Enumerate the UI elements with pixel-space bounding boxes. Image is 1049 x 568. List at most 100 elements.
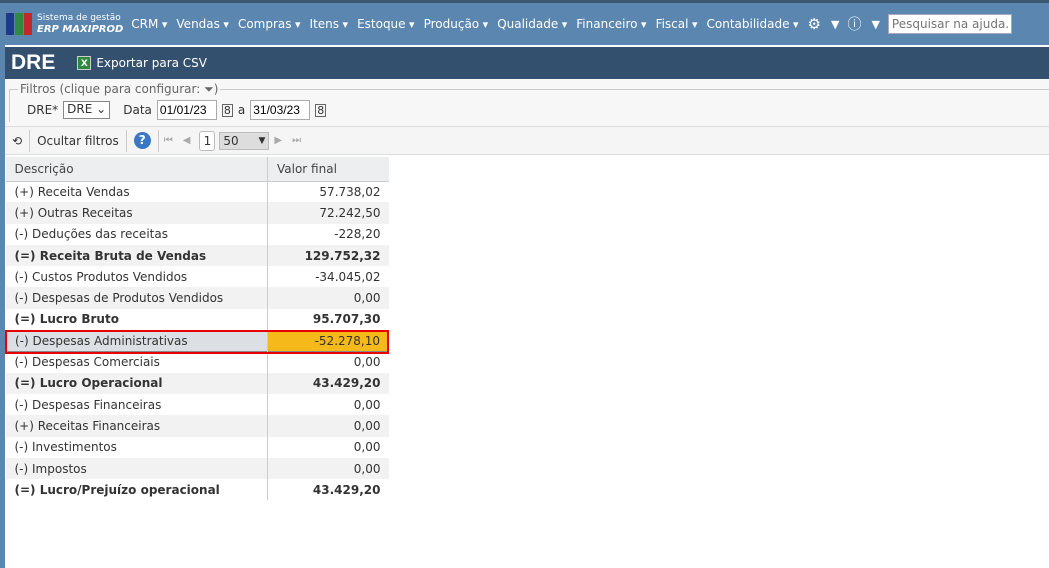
row-description: (-) Investimentos: [14, 440, 117, 455]
chevron-down-icon[interactable]: ▼: [871, 18, 879, 31]
chevron-down-icon[interactable]: ▼: [831, 18, 839, 31]
table-row[interactable]: (-) Despesas Financeiras 0,00: [6, 393, 389, 416]
dre-select[interactable]: DRE ⌄: [63, 101, 111, 119]
row-description: (-) Custos Produtos Vendidos: [14, 269, 188, 284]
row-value: 0,00: [267, 351, 389, 373]
page-title: DRE: [11, 51, 56, 74]
row-description: (-) Deduções das receitas: [14, 227, 168, 242]
logo-line2: ERP MAXIPROD: [37, 24, 124, 35]
menu-produção[interactable]: Produção: [424, 17, 489, 31]
logo-line1: Sistema de gestão: [37, 13, 121, 23]
page-size-select[interactable]: 50 ▼: [219, 131, 270, 150]
table-row[interactable]: (+) Receitas Financeiras 0,00: [5, 415, 389, 437]
row-value: 0,00: [267, 415, 389, 437]
menu-itens[interactable]: Itens: [310, 17, 349, 31]
row-description: (-) Despesas Comerciais: [14, 355, 160, 370]
last-page-icon[interactable]: ⏭: [292, 135, 301, 146]
table-row[interactable]: (=) Lucro Operacional 43.429,20: [5, 372, 389, 394]
refresh-button[interactable]: ⟲: [5, 129, 31, 152]
table-row[interactable]: (+) Outras Receitas 72.242,50: [5, 202, 389, 224]
dre-table: Descrição Valor final (+) Receita Vendas 5…: [5, 157, 389, 501]
table-row[interactable]: (-) Investimentos 0,00: [6, 436, 389, 458]
filters-panel: Filtros (clique para configurar: ⏷) DRE*…: [5, 79, 1049, 127]
menu-financeiro[interactable]: Financeiro: [576, 17, 646, 31]
logo-icon: [6, 13, 32, 35]
refresh-icon: ⟲: [12, 133, 23, 148]
menu-estoque[interactable]: Estoque: [357, 17, 415, 31]
logo[interactable]: Sistema de gestão ERP MAXIPROD: [6, 13, 123, 35]
page-number-input[interactable]: 1: [199, 130, 216, 151]
menu-crm[interactable]: CRM: [131, 17, 167, 31]
date-to-input[interactable]: [250, 100, 311, 120]
hide-filters-button[interactable]: Ocultar filtros: [30, 129, 127, 152]
excel-icon: X: [77, 56, 92, 70]
row-value: -228,20: [267, 223, 389, 245]
row-description: (=) Lucro Bruto: [14, 312, 119, 327]
dre-select-value: DRE: [67, 102, 93, 116]
filters-legend-end: ): [213, 82, 219, 96]
top-nav: Sistema de gestãoERP MAXIPROD CRM Vendas C…: [0, 3, 1049, 45]
table-row[interactable]: (-) Despesas Administrativas -52.278,10: [5, 330, 389, 352]
row-description: (+) Receita Vendas: [14, 184, 130, 199]
row-description: (-) Despesas Administrativas: [5, 330, 268, 352]
row-value: 43.429,20: [267, 372, 389, 394]
page-header: DRE X Exportar para CSV: [5, 45, 1049, 79]
menu-fiscal[interactable]: Fiscal: [656, 17, 698, 31]
row-description: (=) Receita Bruta de Vendas: [5, 244, 268, 267]
row-value: 0,00: [267, 436, 389, 458]
row-description: (-) Despesas Financeiras: [14, 397, 162, 412]
row-description: (=) Lucro/Prejuízo operacional: [14, 482, 220, 497]
date-from-input[interactable]: [156, 100, 217, 120]
date-label: Data: [123, 103, 152, 117]
chevron-down-icon: ⌄: [96, 102, 107, 116]
menu-qualidade[interactable]: Qualidade: [497, 17, 567, 31]
calendar-icon[interactable]: 8: [221, 103, 233, 117]
dre-label: DRE*: [27, 103, 59, 117]
chevron-down-icon: ▼: [258, 135, 266, 146]
row-value: 95.707,30: [267, 308, 389, 331]
export-label: Exportar para CSV: [96, 56, 208, 70]
table-row[interactable]: (-) Custos Produtos Vendidos -34.045,02: [6, 266, 389, 288]
table-row[interactable]: (+) Receita Vendas 57.738,02: [6, 181, 389, 203]
column-header-description[interactable]: Descrição: [5, 157, 268, 182]
row-value: 57.738,02: [267, 181, 389, 203]
row-description: (=) Lucro Operacional: [5, 372, 268, 394]
table-row[interactable]: (=) Lucro/Prejuízo operacional 43.429,20: [6, 479, 389, 501]
table-row[interactable]: (=) Receita Bruta de Vendas 129.752,32: [5, 244, 389, 267]
prev-page-icon[interactable]: ◀: [183, 135, 191, 146]
row-description: (+) Outras Receitas: [5, 202, 268, 224]
next-page-icon[interactable]: ▶: [274, 135, 282, 146]
row-description: (-) Impostos: [5, 457, 268, 480]
table-row[interactable]: (-) Despesas de Produtos Vendidos 0,00: [5, 287, 389, 309]
column-header-value[interactable]: Valor final: [267, 157, 389, 182]
row-description: (+) Receitas Financeiras: [5, 415, 268, 437]
filters-legend[interactable]: Filtros (clique para configurar: ⏷): [18, 82, 220, 97]
calendar-icon[interactable]: 8: [315, 103, 327, 117]
export-csv-button[interactable]: X Exportar para CSV: [77, 56, 207, 70]
menu-vendas[interactable]: Vendas: [176, 17, 229, 31]
row-description: (-) Despesas de Produtos Vendidos: [5, 287, 268, 309]
help-circle-icon[interactable]: ⓘ: [847, 14, 861, 34]
filter-icon[interactable]: ⏷: [204, 82, 214, 96]
menu-compras[interactable]: Compras: [238, 17, 301, 31]
row-value: 129.752,32: [267, 244, 389, 267]
menu-contabilidade[interactable]: Contabilidade: [707, 17, 799, 31]
table-row[interactable]: (=) Lucro Bruto 95.707,30: [6, 308, 389, 331]
page-size-value: 50: [223, 133, 239, 148]
row-value: -52.278,10: [267, 330, 389, 352]
table-row[interactable]: (-) Despesas Comerciais 0,00: [6, 351, 389, 373]
row-value: 43.429,20: [267, 479, 389, 501]
row-value: 0,00: [267, 393, 389, 416]
date-sep: a: [237, 103, 246, 117]
gear-icon[interactable]: ⚙: [808, 15, 821, 33]
grid-toolbar: ⟲ Ocultar filtros ? ⏮ ◀ 1 50 ▼ ▶ ⏭: [5, 127, 1049, 155]
table-row[interactable]: (-) Deduções das receitas -228,20: [6, 223, 389, 245]
row-value: 0,00: [267, 457, 389, 480]
first-page-icon[interactable]: ⏮: [164, 135, 173, 146]
help-button[interactable]: ?: [127, 129, 159, 152]
help-search-input[interactable]: [887, 14, 1012, 34]
row-value: -34.045,02: [267, 266, 389, 288]
table-row[interactable]: (-) Impostos 0,00: [5, 457, 389, 480]
row-value: 72.242,50: [267, 202, 389, 224]
filters-legend-text: Filtros (clique para configurar:: [20, 82, 201, 96]
